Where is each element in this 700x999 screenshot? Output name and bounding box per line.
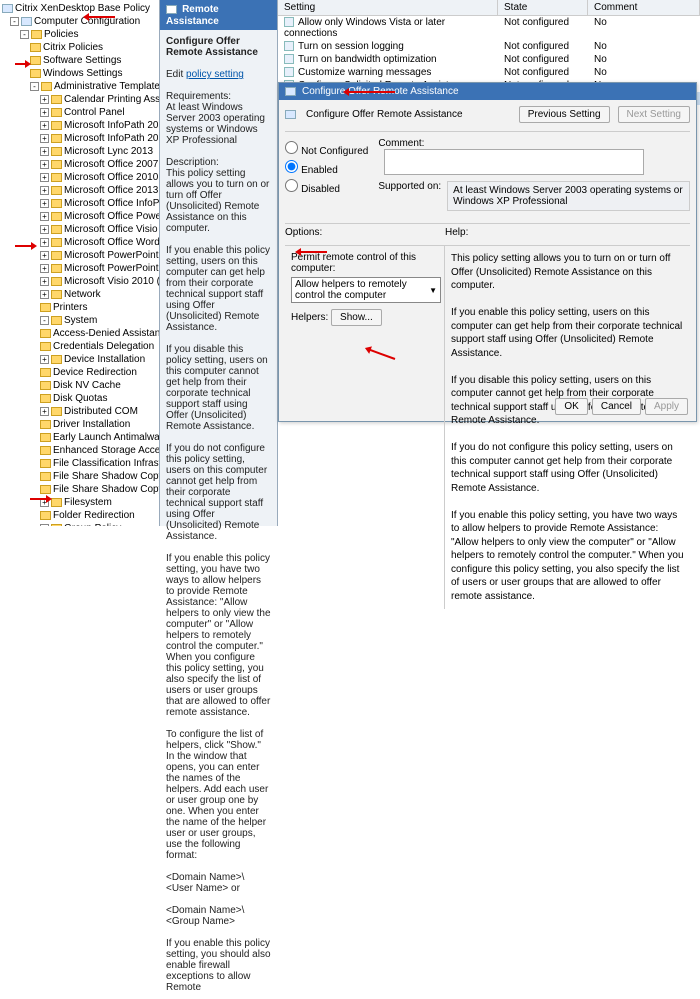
tree-item[interactable]: +Microsoft Office 2013 (Machine) bbox=[0, 184, 159, 197]
permit-dropdown[interactable]: Allow helpers to remotely control the co… bbox=[291, 277, 441, 303]
supported-text: At least Windows Server 2003 operating s… bbox=[447, 181, 690, 211]
tree-item[interactable]: Printers bbox=[0, 301, 159, 314]
tree-item[interactable]: +Microsoft Office PowerPoint 2007 bbox=[0, 210, 159, 223]
list-row[interactable]: Turn on session loggingNot configuredNo bbox=[278, 40, 700, 53]
tree-item[interactable]: +Microsoft Office InfoPath 2007 (m bbox=[0, 197, 159, 210]
tree-item[interactable]: Windows Settings bbox=[0, 67, 159, 80]
tree-item[interactable]: +Network bbox=[0, 288, 159, 301]
tree-item[interactable]: Software Settings bbox=[0, 54, 159, 67]
tree-system[interactable]: -System bbox=[0, 314, 159, 327]
dialog-subtitle: Configure Offer Remote Assistance bbox=[306, 109, 511, 120]
annotation-arrow bbox=[15, 245, 35, 247]
collapse-icon[interactable]: - bbox=[10, 17, 19, 26]
radio-disabled[interactable]: Disabled bbox=[285, 179, 368, 195]
show-button[interactable]: Show... bbox=[331, 309, 382, 326]
tree-item[interactable]: Disk Quotas bbox=[0, 392, 159, 405]
list-row[interactable]: Allow only Windows Vista or later connec… bbox=[278, 16, 700, 40]
edit-policy-link[interactable]: policy setting bbox=[186, 69, 244, 80]
annotation-arrow bbox=[30, 498, 50, 500]
annotation-arrow bbox=[345, 91, 395, 93]
col-comment[interactable]: Comment bbox=[588, 0, 700, 15]
policy-dialog: Configure Offer Remote Assistance Config… bbox=[278, 82, 697, 422]
tree-item[interactable]: +Microsoft InfoPath 2010 (Machine bbox=[0, 119, 159, 132]
previous-setting-button[interactable]: Previous Setting bbox=[519, 106, 610, 123]
tree-item[interactable]: +Filesystem bbox=[0, 496, 159, 509]
tree-item[interactable]: +Device Installation bbox=[0, 353, 159, 366]
tree-item[interactable]: +Microsoft InfoPath 2013 (Machine bbox=[0, 132, 159, 145]
tree-item[interactable]: Enhanced Storage Access bbox=[0, 444, 159, 457]
tree-item[interactable]: +Microsoft Visio 2010 (Machine) bbox=[0, 275, 159, 288]
comment-label: Comment: bbox=[378, 138, 424, 149]
policy-tree[interactable]: Citrix XenDesktop Base Policy -Computer … bbox=[0, 0, 160, 526]
settings-list-header: Setting State Comment bbox=[278, 0, 700, 16]
tree-item[interactable]: Device Redirection bbox=[0, 366, 159, 379]
cancel-button[interactable]: Cancel bbox=[592, 398, 641, 415]
collapse-icon[interactable]: - bbox=[20, 30, 29, 39]
annotation-arrow bbox=[297, 251, 327, 253]
tree-item[interactable]: +Microsoft PowerPoint 2013 (Mach bbox=[0, 262, 159, 275]
tree-item[interactable]: +Group Policy bbox=[0, 522, 159, 526]
tree-item[interactable]: +Microsoft Office Visio 2007 (mach bbox=[0, 223, 159, 236]
setting-name: Configure Offer Remote Assistance bbox=[166, 36, 258, 58]
tree-item[interactable]: +Control Panel bbox=[0, 106, 159, 119]
permit-label: Permit remote control of this computer: bbox=[291, 252, 438, 274]
tree-item[interactable]: +Microsoft PowerPoint 2010 (Mach bbox=[0, 249, 159, 262]
list-row[interactable]: Customize warning messagesNot configured… bbox=[278, 66, 700, 79]
info-pane: Remote Assistance Configure Offer Remote… bbox=[160, 0, 278, 526]
tree-policies[interactable]: -Policies bbox=[0, 28, 159, 41]
next-setting-button: Next Setting bbox=[618, 106, 690, 123]
annotation-arrow bbox=[15, 63, 29, 65]
supported-label: Supported on: bbox=[378, 181, 441, 192]
tree-item[interactable]: Credentials Delegation bbox=[0, 340, 159, 353]
tree-item[interactable]: File Share Shadow Copy Provide bbox=[0, 483, 159, 496]
tree-item[interactable]: +Microsoft Office 2010 (Machine) bbox=[0, 171, 159, 184]
apply-button: Apply bbox=[645, 398, 688, 415]
tree-item[interactable]: +Microsoft Lync 2013 bbox=[0, 145, 159, 158]
info-title: Remote Assistance bbox=[160, 0, 277, 30]
collapse-icon[interactable]: - bbox=[30, 82, 39, 91]
tree-item[interactable]: +Microsoft Office Word 2007 (mach bbox=[0, 236, 159, 249]
tree-item[interactable]: Driver Installation bbox=[0, 418, 159, 431]
help-label: Help: bbox=[445, 227, 468, 238]
tree-item[interactable]: Early Launch Antimalware bbox=[0, 431, 159, 444]
tree-admin-templates[interactable]: -Administrative Templates: Policy defi bbox=[0, 80, 159, 93]
list-row[interactable]: Turn on bandwidth optimizationNot config… bbox=[278, 53, 700, 66]
tree-item[interactable]: Disk NV Cache bbox=[0, 379, 159, 392]
tree-item[interactable]: +Calendar Printing Assistant for Mi bbox=[0, 93, 159, 106]
annotation-arrow bbox=[85, 16, 115, 18]
help-text: This policy setting allows you to turn o… bbox=[445, 246, 690, 609]
helpers-label: Helpers: bbox=[291, 312, 328, 323]
gear-icon bbox=[285, 110, 296, 119]
radio-enabled[interactable]: Enabled bbox=[285, 160, 368, 176]
tree-item[interactable]: File Classification Infrastructur bbox=[0, 457, 159, 470]
collapse-icon[interactable]: - bbox=[40, 316, 49, 325]
tree-item[interactable]: Folder Redirection bbox=[0, 509, 159, 522]
comment-input[interactable] bbox=[384, 149, 644, 175]
chevron-down-icon: ▼ bbox=[429, 286, 437, 295]
tree-item[interactable]: File Share Shadow Copy Agent bbox=[0, 470, 159, 483]
tree-item[interactable]: +Microsoft Office 2007 system (ma bbox=[0, 158, 159, 171]
options-label: Options: bbox=[285, 227, 445, 238]
gear-icon bbox=[285, 87, 296, 96]
tree-item[interactable]: Citrix Policies bbox=[0, 41, 159, 54]
col-state[interactable]: State bbox=[498, 0, 588, 15]
tree-item[interactable]: +Distributed COM bbox=[0, 405, 159, 418]
ok-button[interactable]: OK bbox=[555, 398, 587, 415]
tree-item[interactable]: Access-Denied Assistance bbox=[0, 327, 159, 340]
radio-not-configured[interactable]: Not Configured bbox=[285, 141, 368, 157]
col-setting[interactable]: Setting bbox=[278, 0, 498, 15]
